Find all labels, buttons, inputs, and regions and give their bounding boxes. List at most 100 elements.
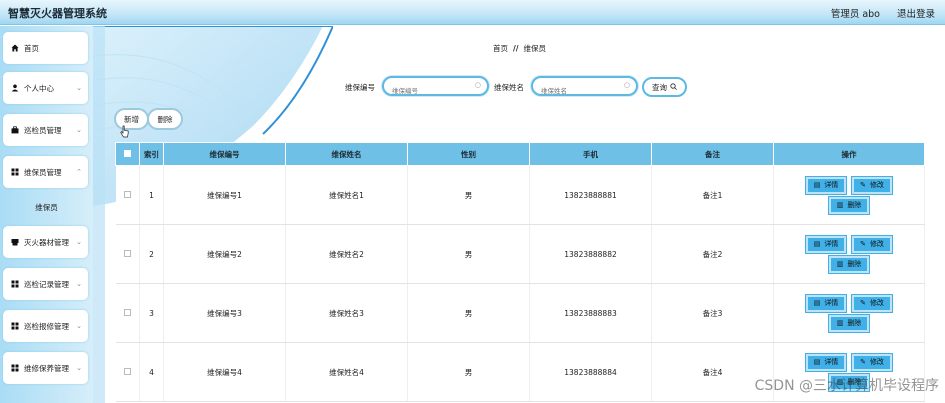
trash-icon: ▥	[836, 260, 844, 268]
cell-name: 维保姓名4	[285, 342, 408, 402]
cell-index: 2	[139, 224, 164, 284]
grid-icon	[10, 280, 19, 288]
row-checkbox[interactable]	[115, 224, 140, 284]
trash-icon: ▥	[836, 201, 844, 209]
cell-name: 维保姓名3	[285, 283, 408, 343]
cell-name: 维保姓名2	[285, 224, 408, 284]
sidebar-item-label: 维保员管理	[24, 167, 62, 177]
sidebar-item-extinguisher[interactable]: 灭火器材管理 ⌄	[3, 226, 88, 258]
delete-button[interactable]: 删除	[147, 108, 183, 130]
cell-remark: 备注1	[651, 165, 774, 225]
sidebar-item-inspector[interactable]: 巡检员管理 ⌄	[3, 114, 88, 146]
main-content: 首页//维保员 维保编号 ○ 维保姓名 ○ 查询 新增 删除 索引 维保编号 维…	[93, 26, 945, 403]
row-delete-button[interactable]: ▥ 删除	[829, 196, 869, 214]
cell-code: 维保编号4	[163, 342, 286, 402]
cell-index: 4	[139, 342, 164, 402]
cell-gender: 男	[407, 283, 530, 343]
edit-icon: ✎	[860, 299, 866, 307]
logout-link[interactable]: 退出登录	[897, 6, 935, 20]
sidebar-item-home[interactable]: 首页	[3, 32, 88, 64]
cell-gender: 男	[407, 224, 530, 284]
detail-button[interactable]: ▤ 详情	[806, 235, 846, 253]
column-header: 备注	[651, 142, 774, 166]
search-icon	[670, 82, 677, 92]
sidebar-item-repair-requests[interactable]: 巡检报修管理 ⌄	[3, 310, 88, 342]
cell-phone: 13823888882	[529, 224, 652, 284]
row-checkbox[interactable]	[115, 342, 140, 402]
edit-icon: ✎	[860, 240, 866, 248]
grid-icon	[10, 168, 19, 176]
search-name-input[interactable]	[541, 83, 621, 99]
row-checkbox[interactable]	[115, 283, 140, 343]
maintainer-table: 索引 维保编号 维保姓名 性别 手机 备注 操作 1 维保编号1 维保姓名1 男…	[115, 142, 925, 402]
row-delete-button[interactable]: ▥ 删除	[829, 255, 869, 273]
cell-actions: ▤ 详情 ✎ 修改 ▥ 删除	[773, 283, 925, 343]
row-delete-button[interactable]: ▥ 删除	[829, 314, 869, 332]
document-icon: ▤	[813, 299, 821, 307]
query-button[interactable]: 查询	[642, 77, 687, 97]
sidebar-item-personal[interactable]: 个人中心 ⌄	[3, 72, 88, 104]
breadcrumb: 首页 // 维保员	[493, 43, 546, 54]
column-header: 维保编号	[163, 142, 286, 166]
sidebar-item-label: 维修保养管理	[24, 363, 69, 373]
clear-icon: ○	[474, 81, 481, 89]
edit-button[interactable]: ✎ 修改	[852, 235, 892, 253]
cell-index: 3	[139, 283, 164, 343]
column-header: 操作	[773, 142, 925, 166]
edit-button[interactable]: ✎ 修改	[852, 294, 892, 312]
table-row: 3 维保编号3 维保姓名3 男 13823888883 备注3 ▤ 详情 ✎ 修改 …	[115, 283, 925, 343]
chevron-down-icon: ⌄	[76, 238, 82, 246]
edit-button[interactable]: ✎ 修改	[852, 176, 892, 194]
breadcrumb-separator: //	[513, 44, 519, 53]
cell-gender: 男	[407, 165, 530, 225]
query-button-label: 查询	[652, 82, 667, 92]
column-header: 手机	[529, 142, 652, 166]
sidebar: 首页 个人中心 ⌄ 巡检员管理 ⌄ 维保员管理 ⌃ 维保员 灭火器材管理 ⌄ 巡…	[0, 26, 93, 403]
select-all-checkbox[interactable]	[115, 142, 140, 166]
sidebar-item-label: 首页	[24, 43, 39, 53]
table-row: 1 维保编号1 维保姓名1 男 13823888881 备注1 ▤ 详情 ✎ 修改 …	[115, 165, 925, 225]
mouse-cursor-icon	[120, 125, 129, 138]
table-row: 2 维保编号2 维保姓名2 男 13823888882 备注2 ▤ 详情 ✎ 修改 …	[115, 224, 925, 284]
search-name-field[interactable]: ○	[531, 76, 638, 99]
search-code-field[interactable]: ○	[382, 76, 489, 99]
cell-code: 维保编号2	[163, 224, 286, 284]
grid-icon	[10, 322, 19, 330]
box-icon	[10, 238, 19, 246]
cell-remark: 备注3	[651, 283, 774, 343]
sidebar-item-inspection-records[interactable]: 巡检记录管理 ⌄	[3, 268, 88, 300]
trash-icon: ▥	[836, 319, 844, 327]
chevron-up-icon: ⌃	[76, 168, 82, 176]
table-header-row: 索引 维保编号 维保姓名 性别 手机 备注 操作	[115, 142, 925, 166]
sidebar-item-maintenance[interactable]: 维修保养管理 ⌄	[3, 352, 88, 384]
sidebar-item-label: 个人中心	[24, 83, 54, 93]
chevron-down-icon: ⌄	[76, 322, 82, 330]
sidebar-item-label: 巡检记录管理	[24, 279, 69, 289]
cell-actions: ▤ 详情 ✎ 修改 ▥ 删除	[773, 165, 925, 225]
cell-remark: 备注2	[651, 224, 774, 284]
sidebar-item-maintainer[interactable]: 维保员管理 ⌃	[3, 156, 88, 188]
row-checkbox[interactable]	[115, 165, 140, 225]
detail-button[interactable]: ▤ 详情	[806, 294, 846, 312]
chevron-down-icon: ⌄	[76, 364, 82, 372]
clear-icon: ○	[623, 81, 630, 89]
edit-icon: ✎	[860, 358, 866, 366]
edit-icon: ✎	[860, 181, 866, 189]
breadcrumb-current: 维保员	[523, 44, 546, 53]
chevron-down-icon: ⌄	[76, 84, 82, 92]
breadcrumb-home[interactable]: 首页	[493, 44, 508, 53]
detail-button[interactable]: ▤ 详情	[806, 353, 846, 371]
sidebar-subitem-maintainer[interactable]: 维保员	[0, 194, 93, 220]
document-icon: ▤	[813, 181, 821, 189]
cell-index: 1	[139, 165, 164, 225]
cell-code: 维保编号3	[163, 283, 286, 343]
column-header: 性别	[407, 142, 530, 166]
document-icon: ▤	[813, 358, 821, 366]
search-code-input[interactable]	[392, 83, 472, 99]
edit-button[interactable]: ✎ 修改	[852, 353, 892, 371]
top-bar: 智慧灭火器管理系统 管理员 abo 退出登录	[0, 0, 945, 25]
detail-button[interactable]: ▤ 详情	[806, 176, 846, 194]
sidebar-item-label: 巡检员管理	[24, 125, 62, 135]
search-code-label: 维保编号	[345, 83, 375, 92]
document-icon: ▤	[813, 240, 821, 248]
